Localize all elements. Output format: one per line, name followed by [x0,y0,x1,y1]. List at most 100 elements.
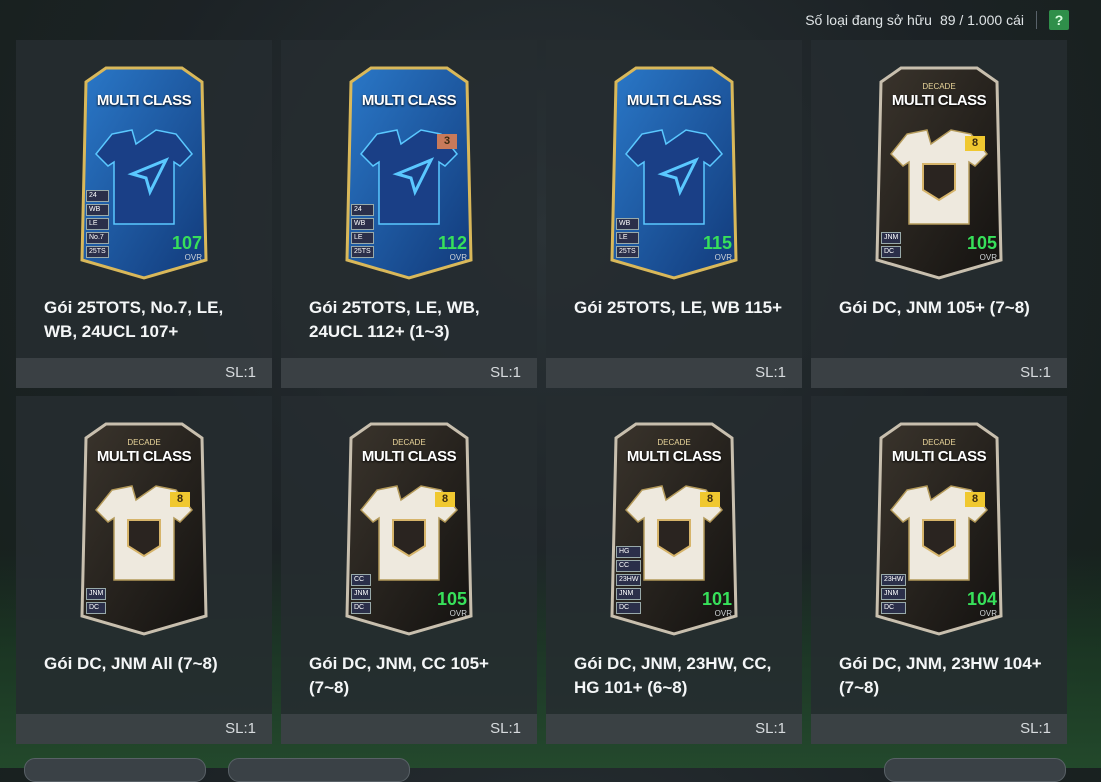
class-badge: WB [616,218,639,230]
pack-quantity: SL:1 [490,720,521,737]
class-badge: 23HW [616,574,642,586]
pack-footer: SL:1 [811,714,1067,744]
pack-footer: SL:1 [546,358,802,388]
pack-name: Gói 25TOTS, LE, WB 115+ [574,298,783,317]
class-badge: 25TS [86,246,109,258]
class-badge: WB [86,204,109,216]
level-badge: 8 [435,492,455,507]
class-badges: 23HW JNM DC [881,574,907,614]
pack-tile[interactable]: DECADE MULTI CLASS 8 HG CC 23HW JNM DC 101 O… [546,396,802,744]
class-badge: 25TS [351,246,374,258]
card-title: MULTI CLASS [891,92,987,109]
pack-tile[interactable]: DECADE MULTI CLASS 8 23HW JNM DC 104 OVR G… [811,396,1067,744]
card-subtitle: DECADE [922,438,956,447]
class-badge: WB [351,218,374,230]
pack-name: Gói 25TOTS, No.7, LE, WB, 24UCL 107+ [44,298,224,341]
pack-card: DECADE MULTI CLASS 8 JNM DC [76,420,212,636]
pack-name: Gói DC, JNM, CC 105+ (7~8) [309,654,489,697]
ovr-value: 105 [436,589,467,609]
level-badge: 8 [965,492,985,507]
bottom-button[interactable] [24,758,206,782]
pack-card: DECADE MULTI CLASS 8 CC JNM DC 105 OVR [341,420,477,636]
ovr-label: OVR [449,253,467,262]
pack-name: Gói 25TOTS, LE, WB, 24UCL 112+ (1~3) [309,298,480,341]
card-title: MULTI CLASS [96,92,192,109]
pack-card: MULTI CLASS WB LE 25TS 115 OVR [606,64,742,280]
level-badge: 8 [700,492,720,507]
class-badge: DC [881,246,902,258]
pack-card: MULTI CLASS 3 24 WB LE 25TS 112 OVR [341,64,477,280]
pack-tile[interactable]: MULTI CLASS 3 24 WB LE 25TS 112 OVR Gói 25T… [281,40,537,388]
pack-tile[interactable]: MULTI CLASS WB LE 25TS 115 OVR Gói 25TOTS,… [546,40,802,388]
class-badge: DC [616,602,642,614]
owned-count: 89 / 1.000 cái [939,12,1024,28]
ovr-value: 112 [437,233,467,253]
ovr-label: OVR [714,609,732,618]
class-badges: WB LE 25TS [616,218,639,258]
class-badges: 24 WB LE No.7 25TS [86,190,109,258]
class-badge: DC [881,602,907,614]
bottom-button[interactable] [228,758,410,782]
pack-tile[interactable]: MULTI CLASS 24 WB LE No.7 25TS 107 OVR Gói 2… [16,40,272,388]
class-badge: CC [351,574,372,586]
ovr-value: 105 [966,233,997,253]
pack-tile[interactable]: DECADE MULTI CLASS 8 CC JNM DC 105 OVR Gói… [281,396,537,744]
pack-tile[interactable]: DECADE MULTI CLASS 8 JNM DC 105 OVR Gói D… [811,40,1067,388]
pack-card: DECADE MULTI CLASS 8 23HW JNM DC 104 OVR [871,420,1007,636]
class-badges: JNM DC [881,232,902,258]
pack-footer: SL:1 [16,714,272,744]
pack-card: MULTI CLASS 24 WB LE No.7 25TS 107 OVR [76,64,212,280]
card-subtitle: DECADE [127,438,161,447]
pack-footer: SL:1 [811,358,1067,388]
class-badge: DC [351,602,372,614]
pack-name: Gói DC, JNM, 23HW, CC, HG 101+ (6~8) [574,654,772,697]
card-title: MULTI CLASS [891,448,987,465]
card-title: MULTI CLASS [626,448,722,465]
ovr-label: OVR [449,609,467,618]
pack-footer: SL:1 [16,358,272,388]
card-title: MULTI CLASS [96,448,192,465]
owned-label: Số loại đang sở hữu [805,12,932,28]
class-badge: JNM [881,588,907,600]
class-badge: LE [86,218,109,230]
pack-quantity: SL:1 [225,720,256,737]
pack-name: Gói DC, JNM All (7~8) [44,654,218,673]
pack-quantity: SL:1 [1020,364,1051,381]
class-badge: 24 [351,204,374,216]
pack-name: Gói DC, JNM, 23HW 104+ (7~8) [839,654,1042,697]
ovr-label: OVR [979,609,997,618]
pack-footer: SL:1 [546,714,802,744]
class-badge: 25TS [616,246,639,258]
class-badges: 24 WB LE 25TS [351,204,374,258]
class-badge: HG [616,546,642,558]
level-badge: 3 [437,134,457,149]
card-subtitle: DECADE [657,438,691,447]
pack-quantity: SL:1 [755,364,786,381]
card-title: MULTI CLASS [626,92,722,109]
pack-tile[interactable]: DECADE MULTI CLASS 8 JNM DC Gói DC, JNM A… [16,396,272,744]
divider [1036,11,1037,29]
ovr-value: 104 [966,589,997,609]
class-badge: DC [86,602,107,614]
class-badge: JNM [881,232,902,244]
level-badge: 8 [170,492,190,507]
pack-name: Gói DC, JNM 105+ (7~8) [839,298,1030,317]
ovr-label: OVR [184,253,202,262]
class-badges: HG CC 23HW JNM DC [616,546,642,614]
ovr-label: OVR [714,253,732,262]
class-badges: CC JNM DC [351,574,372,614]
level-badge: 8 [965,136,985,151]
help-button[interactable]: ? [1049,10,1069,30]
bottom-button[interactable] [884,758,1066,782]
class-badge: LE [351,232,374,244]
card-title: MULTI CLASS [361,92,457,109]
class-badge: No.7 [86,232,109,244]
class-badge: JNM [351,588,372,600]
card-subtitle: DECADE [922,82,956,91]
class-badge: JNM [616,588,642,600]
pack-quantity: SL:1 [490,364,521,381]
card-title: MULTI CLASS [361,448,457,465]
class-badge: 24 [86,190,109,202]
pack-footer: SL:1 [281,358,537,388]
class-badges: JNM DC [86,588,107,614]
